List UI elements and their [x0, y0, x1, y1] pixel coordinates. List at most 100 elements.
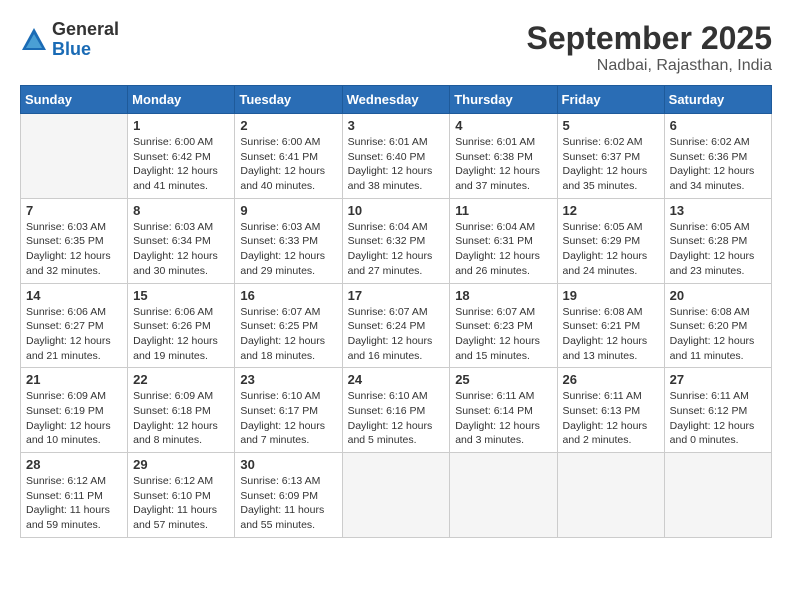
day-number: 16 [240, 288, 336, 303]
day-number: 1 [133, 118, 229, 133]
day-number: 24 [348, 372, 445, 387]
day-number: 23 [240, 372, 336, 387]
day-detail: Sunrise: 6:03 AM Sunset: 6:34 PM Dayligh… [133, 220, 229, 279]
calendar-header-tuesday: Tuesday [235, 86, 342, 114]
calendar-cell [342, 453, 450, 538]
day-number: 21 [26, 372, 122, 387]
day-number: 28 [26, 457, 122, 472]
day-number: 26 [563, 372, 659, 387]
day-detail: Sunrise: 6:10 AM Sunset: 6:17 PM Dayligh… [240, 389, 336, 448]
calendar-cell: 29Sunrise: 6:12 AM Sunset: 6:10 PM Dayli… [128, 453, 235, 538]
calendar-cell: 27 Sunrise: 6:11 AM Sunset: 6:12 PM Dayli… [664, 368, 771, 453]
day-number: 2 [240, 118, 336, 133]
logo-text: General Blue [52, 20, 119, 60]
day-detail: Sunrise: 6:00 AM Sunset: 6:42 PM Dayligh… [133, 135, 229, 194]
month-title: September 2025 [527, 20, 772, 57]
day-number: 10 [348, 203, 445, 218]
day-detail: Sunrise: 6:05 AM Sunset: 6:29 PM Dayligh… [563, 220, 659, 279]
calendar-cell: 21 Sunrise: 6:09 AM Sunset: 6:19 PM Dayli… [21, 368, 128, 453]
calendar-cell: 30Sunrise: 6:13 AM Sunset: 6:09 PM Dayli… [235, 453, 342, 538]
calendar-cell: 7 Sunrise: 6:03 AM Sunset: 6:35 PM Daylig… [21, 198, 128, 283]
calendar-cell: 16 Sunrise: 6:07 AM Sunset: 6:25 PM Dayli… [235, 283, 342, 368]
day-number: 22 [133, 372, 229, 387]
calendar-cell: 20Sunrise: 6:08 AM Sunset: 6:20 PM Dayli… [664, 283, 771, 368]
calendar-table: SundayMondayTuesdayWednesdayThursdayFrid… [20, 85, 772, 538]
calendar-cell: 28 Sunrise: 6:12 AM Sunset: 6:11 PM Dayli… [21, 453, 128, 538]
day-detail: Sunrise: 6:03 AM Sunset: 6:35 PM Dayligh… [26, 220, 122, 279]
day-number: 7 [26, 203, 122, 218]
day-detail: Sunrise: 6:12 AM Sunset: 6:10 PM Dayligh… [133, 474, 229, 533]
day-detail: Sunrise: 6:03 AM Sunset: 6:33 PM Dayligh… [240, 220, 336, 279]
day-detail: Sunrise: 6:01 AM Sunset: 6:38 PM Dayligh… [455, 135, 551, 194]
week-row-1: 1 Sunrise: 6:00 AM Sunset: 6:42 PM Daylig… [21, 114, 772, 199]
calendar-cell: 10 Sunrise: 6:04 AM Sunset: 6:32 PM Dayli… [342, 198, 450, 283]
day-number: 15 [133, 288, 229, 303]
logo: General Blue [20, 20, 119, 60]
day-detail: Sunrise: 6:07 AM Sunset: 6:23 PM Dayligh… [455, 305, 551, 364]
calendar-cell: 4 Sunrise: 6:01 AM Sunset: 6:38 PM Daylig… [450, 114, 557, 199]
day-detail: Sunrise: 6:04 AM Sunset: 6:32 PM Dayligh… [348, 220, 445, 279]
day-number: 14 [26, 288, 122, 303]
day-number: 17 [348, 288, 445, 303]
calendar-cell: 8 Sunrise: 6:03 AM Sunset: 6:34 PM Daylig… [128, 198, 235, 283]
calendar-cell: 22 Sunrise: 6:09 AM Sunset: 6:18 PM Dayli… [128, 368, 235, 453]
location-subtitle: Nadbai, Rajasthan, India [527, 57, 772, 75]
logo-icon [20, 26, 48, 54]
day-detail: Sunrise: 6:07 AM Sunset: 6:25 PM Dayligh… [240, 305, 336, 364]
page-header: General Blue September 2025 Nadbai, Raja… [20, 20, 772, 75]
calendar-cell: 2 Sunrise: 6:00 AM Sunset: 6:41 PM Daylig… [235, 114, 342, 199]
week-row-4: 21 Sunrise: 6:09 AM Sunset: 6:19 PM Dayli… [21, 368, 772, 453]
calendar-header-friday: Friday [557, 86, 664, 114]
calendar-header-sunday: Sunday [21, 86, 128, 114]
day-detail: Sunrise: 6:09 AM Sunset: 6:18 PM Dayligh… [133, 389, 229, 448]
day-number: 3 [348, 118, 445, 133]
day-detail: Sunrise: 6:09 AM Sunset: 6:19 PM Dayligh… [26, 389, 122, 448]
day-detail: Sunrise: 6:02 AM Sunset: 6:36 PM Dayligh… [670, 135, 766, 194]
calendar-cell: 11 Sunrise: 6:04 AM Sunset: 6:31 PM Dayli… [450, 198, 557, 283]
day-detail: Sunrise: 6:11 AM Sunset: 6:13 PM Dayligh… [563, 389, 659, 448]
day-number: 30 [240, 457, 336, 472]
calendar-cell: 18 Sunrise: 6:07 AM Sunset: 6:23 PM Dayli… [450, 283, 557, 368]
day-number: 20 [670, 288, 766, 303]
calendar-cell: 1 Sunrise: 6:00 AM Sunset: 6:42 PM Daylig… [128, 114, 235, 199]
week-row-2: 7 Sunrise: 6:03 AM Sunset: 6:35 PM Daylig… [21, 198, 772, 283]
day-detail: Sunrise: 6:01 AM Sunset: 6:40 PM Dayligh… [348, 135, 445, 194]
calendar-header-monday: Monday [128, 86, 235, 114]
day-detail: Sunrise: 6:11 AM Sunset: 6:14 PM Dayligh… [455, 389, 551, 448]
day-detail: Sunrise: 6:10 AM Sunset: 6:16 PM Dayligh… [348, 389, 445, 448]
week-row-5: 28 Sunrise: 6:12 AM Sunset: 6:11 PM Dayli… [21, 453, 772, 538]
calendar-cell: 12 Sunrise: 6:05 AM Sunset: 6:29 PM Dayli… [557, 198, 664, 283]
day-detail: Sunrise: 6:08 AM Sunset: 6:21 PM Dayligh… [563, 305, 659, 364]
day-detail: Sunrise: 6:02 AM Sunset: 6:37 PM Dayligh… [563, 135, 659, 194]
day-number: 5 [563, 118, 659, 133]
day-number: 8 [133, 203, 229, 218]
day-number: 4 [455, 118, 551, 133]
logo-blue: Blue [52, 40, 119, 60]
day-number: 6 [670, 118, 766, 133]
calendar-cell: 19 Sunrise: 6:08 AM Sunset: 6:21 PM Dayli… [557, 283, 664, 368]
day-number: 11 [455, 203, 551, 218]
day-detail: Sunrise: 6:11 AM Sunset: 6:12 PM Dayligh… [670, 389, 766, 448]
calendar-cell [21, 114, 128, 199]
calendar-cell: 5 Sunrise: 6:02 AM Sunset: 6:37 PM Daylig… [557, 114, 664, 199]
calendar-cell [450, 453, 557, 538]
calendar-header-saturday: Saturday [664, 86, 771, 114]
day-detail: Sunrise: 6:05 AM Sunset: 6:28 PM Dayligh… [670, 220, 766, 279]
day-number: 9 [240, 203, 336, 218]
calendar-header-wednesday: Wednesday [342, 86, 450, 114]
day-detail: Sunrise: 6:06 AM Sunset: 6:27 PM Dayligh… [26, 305, 122, 364]
calendar-cell: 26 Sunrise: 6:11 AM Sunset: 6:13 PM Dayli… [557, 368, 664, 453]
day-number: 12 [563, 203, 659, 218]
calendar-header-thursday: Thursday [450, 86, 557, 114]
calendar-cell: 6 Sunrise: 6:02 AM Sunset: 6:36 PM Daylig… [664, 114, 771, 199]
day-detail: Sunrise: 6:12 AM Sunset: 6:11 PM Dayligh… [26, 474, 122, 533]
week-row-3: 14 Sunrise: 6:06 AM Sunset: 6:27 PM Dayli… [21, 283, 772, 368]
calendar-cell: 23 Sunrise: 6:10 AM Sunset: 6:17 PM Dayli… [235, 368, 342, 453]
day-detail: Sunrise: 6:07 AM Sunset: 6:24 PM Dayligh… [348, 305, 445, 364]
day-number: 27 [670, 372, 766, 387]
day-number: 19 [563, 288, 659, 303]
day-detail: Sunrise: 6:04 AM Sunset: 6:31 PM Dayligh… [455, 220, 551, 279]
calendar-cell: 25Sunrise: 6:11 AM Sunset: 6:14 PM Dayli… [450, 368, 557, 453]
day-number: 18 [455, 288, 551, 303]
day-detail: Sunrise: 6:00 AM Sunset: 6:41 PM Dayligh… [240, 135, 336, 194]
